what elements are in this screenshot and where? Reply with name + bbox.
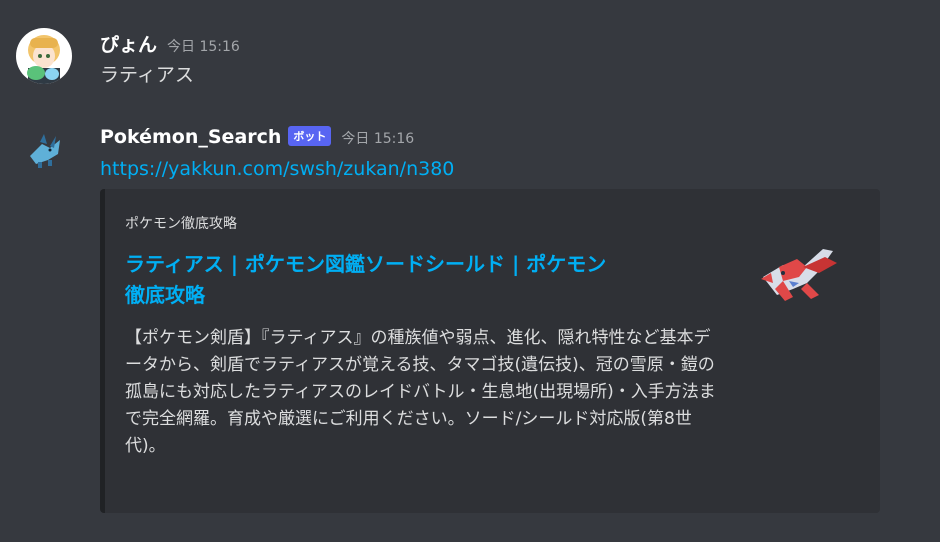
message-content: ラティアス xyxy=(100,64,194,86)
bot-username[interactable]: Pokémon_Search xyxy=(100,126,281,148)
glaceon-sprite-icon[interactable] xyxy=(20,126,70,176)
embed-description: 【ポケモン剣盾】『ラティアス』の種族値や弱点、進化、隠れ特性など基本データから、… xyxy=(125,328,716,456)
link-embed: ポケモン徹底攻略 ラティアス | ポケモン図鑑ソードシールド | ポケモン 徹底… xyxy=(100,189,880,513)
embed-title-line[interactable]: 徹底攻略 xyxy=(125,280,715,311)
embed-title-line[interactable]: ラティアス | ポケモン図鑑ソードシールド | ポケモン xyxy=(125,249,715,280)
embed-title[interactable]: ラティアス | ポケモン図鑑ソードシールド | ポケモン 徹底攻略 xyxy=(125,249,715,311)
embed-provider[interactable]: ポケモン徹底攻略 xyxy=(125,213,237,233)
username[interactable]: ぴょん xyxy=(100,30,157,57)
bot-tag: ボット xyxy=(288,126,332,146)
timestamp[interactable]: 今日 15:16 xyxy=(341,128,414,148)
message-link[interactable]: https://yakkun.com/swsh/zukan/n380 xyxy=(100,158,454,180)
timestamp[interactable]: 今日 15:16 xyxy=(167,36,240,56)
latias-sprite-icon[interactable] xyxy=(753,237,843,311)
user-avatar-icon[interactable] xyxy=(16,28,72,84)
